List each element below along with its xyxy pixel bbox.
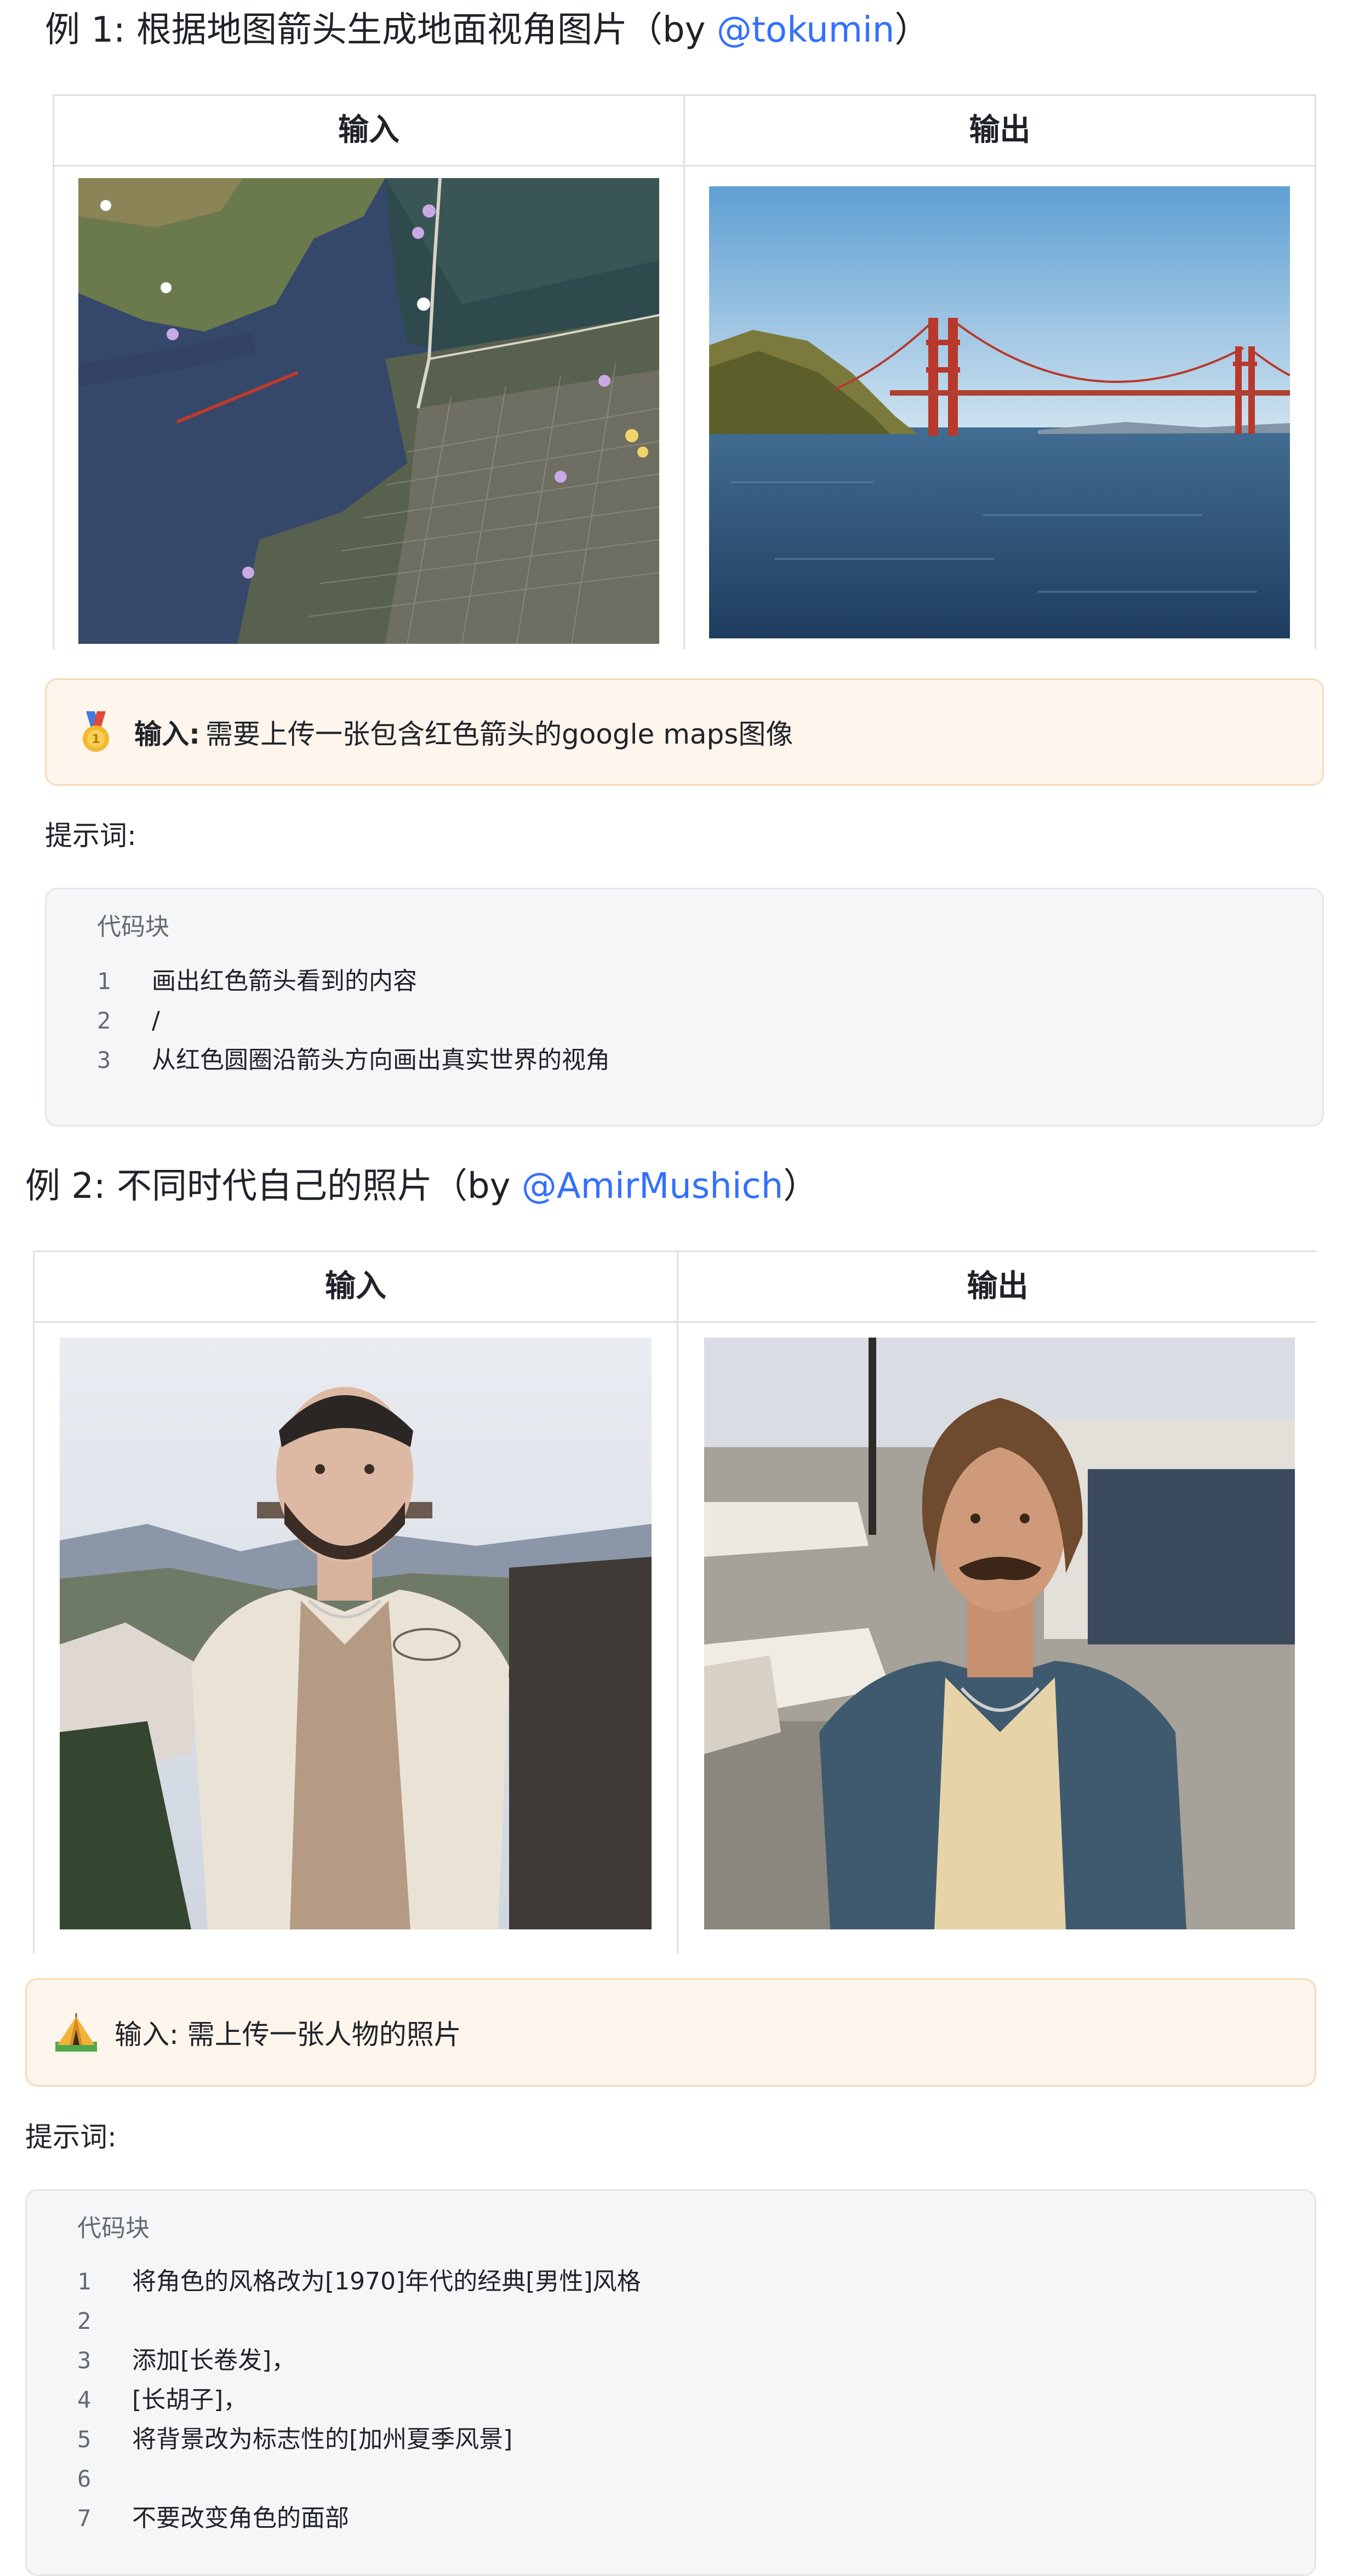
code-line: 4 [长胡子]， bbox=[77, 2380, 1283, 2420]
portrait-input-photo bbox=[60, 1338, 652, 1929]
medal-icon: 1 bbox=[74, 680, 118, 784]
example2-heading-prefix: 例 2: 不同时代自己的照片（by bbox=[25, 1166, 522, 1207]
code-text: 将角色的风格改为[1970]年代的经典[男性]风格 bbox=[132, 2267, 641, 2295]
line-number: 2 bbox=[77, 2307, 92, 2334]
line-number: 1 bbox=[97, 968, 111, 995]
line-number: 1 bbox=[77, 2268, 92, 2295]
code-line: 2 bbox=[77, 2301, 1283, 2341]
line-number: 4 bbox=[77, 2386, 92, 2413]
code-line: 5 将背景改为标志性的[加州夏季风景] bbox=[77, 2420, 1283, 2459]
example1-heading-suffix: ） bbox=[894, 10, 930, 50]
table-divider bbox=[683, 96, 685, 649]
code-line: 3 从红色圆圈沿箭头方向画出真实世界的视角 bbox=[97, 1041, 1303, 1080]
line-number: 3 bbox=[97, 1047, 111, 1073]
example1-table: 输入 输出 bbox=[53, 94, 1316, 649]
example2-col-output: 输出 bbox=[967, 1269, 1029, 1304]
example1-col-input: 输入 bbox=[338, 112, 399, 148]
example1-callout-label: 输入: bbox=[134, 718, 200, 750]
example1-prompt-label: 提示词: bbox=[45, 820, 136, 852]
example2-table: 输入 输出 bbox=[33, 1250, 1317, 1954]
svg-text:1: 1 bbox=[92, 733, 100, 746]
example2-prompt-label: 提示词: bbox=[25, 2121, 117, 2153]
line-number: 6 bbox=[77, 2465, 92, 2492]
line-number: 5 bbox=[77, 2426, 92, 2453]
example1-callout-text: 输入: 需要上传一张包含红色箭头的google maps图像 bbox=[134, 680, 793, 784]
example1-callout: 1 输入: 需要上传一张包含红色箭头的google maps图像 bbox=[45, 678, 1324, 786]
example2-author-link[interactable]: @AmirMushich bbox=[522, 1166, 783, 1207]
code-text: 画出红色箭头看到的内容 bbox=[152, 967, 417, 995]
code-text: 添加[长卷发]， bbox=[132, 2346, 296, 2374]
code-block-title: 代码块 bbox=[77, 2214, 150, 2242]
portrait-1970s-photo bbox=[704, 1338, 1295, 1929]
satellite-map-image bbox=[78, 178, 659, 644]
line-number: 2 bbox=[97, 1007, 111, 1034]
code-line: 7 不要改变角色的面部 bbox=[77, 2499, 1283, 2538]
example1-author-link[interactable]: @tokumin bbox=[717, 10, 895, 50]
table-divider bbox=[677, 1252, 678, 1954]
code-text: 将背景改为标志性的[加州夏季风景] bbox=[132, 2425, 513, 2453]
example2-callout-text: 输入: 需上传一张人物的照片 bbox=[115, 2019, 461, 2050]
code-text: 从红色圆圈沿箭头方向画出真实世界的视角 bbox=[152, 1046, 610, 1074]
code-text: / bbox=[152, 1007, 160, 1035]
code-block-title: 代码块 bbox=[97, 913, 169, 941]
tent-icon bbox=[54, 1980, 98, 2085]
line-number: 7 bbox=[77, 2505, 92, 2532]
example1-code-block[interactable]: 代码块 1 画出红色箭头看到的内容 2 / 3 从红色圆圈沿箭头方向画出真实世界… bbox=[45, 888, 1324, 1127]
code-text: 不要改变角色的面部 bbox=[132, 2504, 349, 2532]
example2-heading-suffix: ） bbox=[783, 1166, 819, 1207]
example1-col-output: 输出 bbox=[969, 112, 1031, 148]
example2-heading: 例 2: 不同时代自己的照片（by @AmirMushich） bbox=[25, 1162, 818, 1211]
example2-code-block[interactable]: 代码块 1 将角色的风格改为[1970]年代的经典[男性]风格 2 3 添加[长… bbox=[25, 2189, 1316, 2576]
example1-heading: 例 1: 根据地图箭头生成地面视角图片（by @tokumin） bbox=[45, 5, 929, 55]
code-line: 2 / bbox=[97, 1001, 1303, 1041]
code-line: 6 bbox=[77, 2459, 1283, 2499]
line-number: 3 bbox=[77, 2347, 92, 2374]
golden-gate-photo bbox=[709, 186, 1290, 638]
example1-callout-body: 需要上传一张包含红色箭头的google maps图像 bbox=[205, 718, 793, 750]
code-text: [长胡子]， bbox=[132, 2386, 248, 2414]
example2-col-input: 输入 bbox=[325, 1269, 386, 1304]
example1-heading-prefix: 例 1: 根据地图箭头生成地面视角图片（by bbox=[45, 10, 717, 50]
code-line: 3 添加[长卷发]， bbox=[77, 2341, 1283, 2380]
code-line: 1 画出红色箭头看到的内容 bbox=[97, 962, 1303, 1001]
code-line: 1 将角色的风格改为[1970]年代的经典[男性]风格 bbox=[77, 2262, 1283, 2301]
example2-callout: 输入: 需上传一张人物的照片 bbox=[25, 1978, 1316, 2087]
